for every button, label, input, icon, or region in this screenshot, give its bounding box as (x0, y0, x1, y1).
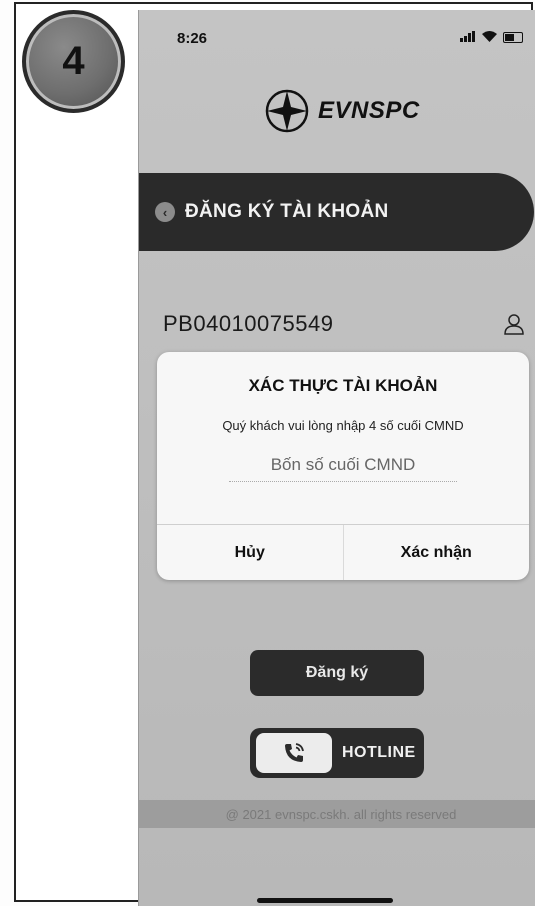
page-title: ĐĂNG KÝ TÀI KHOẢN (185, 201, 389, 222)
hotline-label: HOTLINE (342, 744, 416, 761)
account-id: PB04010075549 (163, 311, 334, 336)
header-bar: ‹ ĐĂNG KÝ TÀI KHOẢN (139, 173, 534, 251)
chevron-left-icon: ‹ (162, 204, 168, 220)
dialog-title: XÁC THỰC TÀI KHOẢN (248, 376, 438, 395)
account-row: PB04010075549 (163, 306, 525, 342)
hotline-button[interactable]: HOTLINE (250, 728, 424, 778)
brand-logo: EVNSPC (264, 88, 420, 134)
battery-icon (503, 32, 523, 43)
hotline-phone-area (256, 733, 332, 773)
user-icon (504, 314, 524, 335)
step-badge: 4 (22, 10, 125, 113)
status-icons (460, 30, 523, 45)
cancel-button[interactable]: Hủy (157, 525, 343, 580)
confirm-button[interactable]: Xác nhận (342, 525, 530, 580)
step-number: 4 (62, 39, 85, 83)
signal-icon (460, 30, 476, 45)
register-button[interactable]: Đăng ký (250, 650, 424, 696)
back-button[interactable]: ‹ (155, 202, 175, 222)
cmnd-last4-input[interactable] (229, 449, 457, 482)
verify-dialog: XÁC THỰC TÀI KHOẢN Quý khách vui lòng nh… (157, 352, 529, 580)
wifi-icon (482, 30, 497, 45)
home-indicator (257, 898, 393, 903)
compass-star-icon (265, 89, 309, 133)
dialog-message: Quý khách vui lòng nhập 4 số cuối CMND (222, 418, 464, 433)
status-time: 8:26 (177, 30, 208, 47)
phone-call-icon (285, 743, 304, 762)
brand-name: EVNSPC (318, 97, 420, 124)
copyright-text: @ 2021 evnspc.cskh. all rights reserved (225, 806, 457, 822)
footer: @ 2021 evnspc.cskh. all rights reserved (139, 800, 535, 828)
dialog-actions: Hủy Xác nhận (157, 524, 529, 580)
phone-screen: 8:26 EVNSPC ‹ ĐĂNG KÝ TÀI KHOẢN PB040100… (138, 10, 535, 906)
screenshot-frame: 4 8:26 EVNSPC ‹ ĐĂNG KÝ TÀI KHOẢN PB0401… (14, 2, 535, 906)
